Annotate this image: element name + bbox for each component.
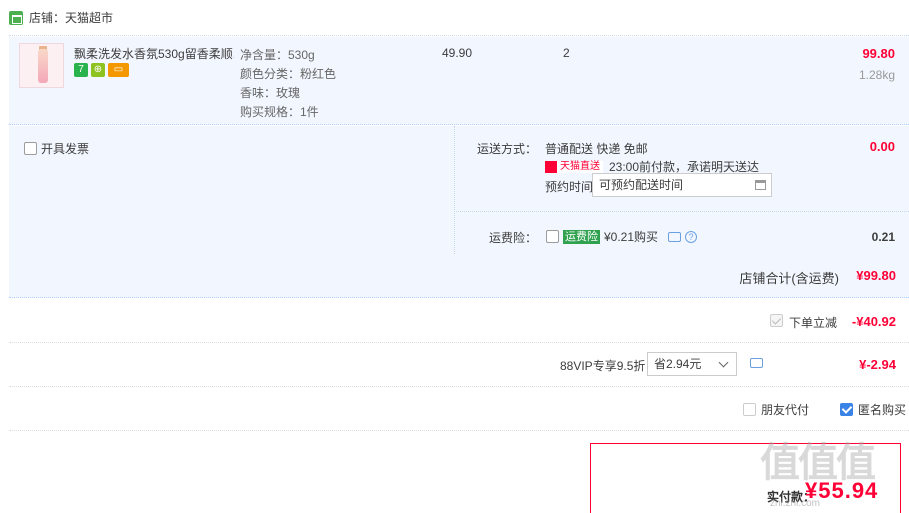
product-properties: 净含量：530g 颜色分类：粉红色 香味：玫瑰 购买规格：1件	[240, 46, 336, 122]
prop-scent: 香味：玫瑰	[240, 86, 301, 100]
shop-name[interactable]: 店铺：天猫超市	[29, 9, 113, 26]
services-divider	[454, 126, 455, 254]
seven-day-return-icon[interactable]: 7	[74, 63, 88, 77]
appointment-time-field[interactable]: 可预约配送时间	[592, 173, 772, 197]
divider	[9, 342, 909, 343]
friend-pay-label: 朋友代付	[761, 403, 810, 417]
discount-checkbox	[770, 314, 783, 327]
anonymous-label: 匿名购买	[858, 403, 907, 417]
divider	[9, 386, 909, 387]
invoice-option[interactable]: 开具发票	[24, 140, 89, 157]
appointment-label: 预约时间	[545, 180, 594, 194]
quantity: 2	[563, 46, 570, 60]
product-thumbnail[interactable]	[19, 43, 64, 88]
watermark-url: zhi.zhi.com	[770, 498, 821, 509]
chat-icon[interactable]	[668, 231, 682, 242]
shop-total-value: ¥99.80	[856, 268, 896, 283]
help-icon[interactable]: ?	[685, 230, 698, 243]
tmall-direct-icon: 天猫直送	[545, 160, 603, 173]
appointment-placeholder: 可预约配送时间	[599, 178, 684, 192]
anonymous-option[interactable]: 匿名购买	[840, 401, 906, 418]
vip-label: 88VIP专享9.5折	[560, 359, 646, 373]
card-icon[interactable]: ▭	[108, 63, 129, 77]
friend-pay-checkbox[interactable]	[743, 403, 756, 416]
services-row-divider	[454, 211, 909, 212]
product-title[interactable]: 飘柔洗发水香氛530g留香柔顺...	[74, 45, 234, 62]
invoice-label: 开具发票	[41, 142, 90, 156]
vip-select-value: 省2.94元	[654, 357, 702, 371]
vip-discount-value: ¥-2.94	[859, 357, 896, 372]
anonymous-checkbox[interactable]	[840, 403, 853, 416]
shipping-label: 运送方式：	[477, 142, 538, 156]
insurance-option: 运费险 ¥0.21购买 ?	[546, 228, 698, 245]
unit-price: 49.90	[442, 46, 473, 60]
bottle-shape	[38, 49, 48, 83]
insurance-label: 运费险：	[489, 231, 538, 245]
item-weight: 1.28kg	[858, 68, 895, 82]
shipping-mode: 普通配送 快递 免邮	[545, 142, 648, 156]
prop-color: 颜色分类：粉红色	[240, 67, 337, 81]
item-subtotal: 99.80	[862, 46, 895, 61]
discount-value: -¥40.92	[851, 314, 896, 329]
prop-spec: 购买规格：1件	[240, 105, 319, 119]
shop-header: 店铺：天猫超市	[9, 0, 909, 36]
discount-label: 下单立减	[789, 316, 838, 330]
chat-icon[interactable]	[750, 358, 763, 368]
friend-pay-option[interactable]: 朋友代付	[743, 401, 809, 418]
shop-total-label: 店铺合计(含运费)	[739, 271, 839, 286]
insurance-tag: 运费险	[563, 229, 600, 244]
shipping-fee: 0.00	[869, 139, 895, 154]
insurance-fee: 0.21	[871, 230, 895, 244]
insurance-price: ¥0.21购买	[604, 230, 659, 244]
order-services-panel	[9, 126, 909, 254]
chevron-down-icon	[718, 357, 729, 368]
discount-check-mark	[770, 314, 783, 327]
prop-net-weight: 净含量：530g	[240, 48, 315, 62]
insurance-checkbox[interactable]	[546, 230, 559, 243]
tmall-shop-icon	[9, 10, 23, 25]
order-item-row: 飘柔洗发水香氛530g留香柔顺... 7 ⊕ ▭ 净含量：530g 颜色分类：粉…	[9, 37, 909, 125]
calendar-icon[interactable]	[755, 180, 766, 190]
product-badges: 7 ⊕ ▭	[74, 63, 129, 77]
guarantee-icon[interactable]: ⊕	[91, 63, 105, 77]
vip-discount-select[interactable]: 省2.94元	[647, 352, 737, 376]
invoice-checkbox[interactable]	[24, 142, 37, 155]
